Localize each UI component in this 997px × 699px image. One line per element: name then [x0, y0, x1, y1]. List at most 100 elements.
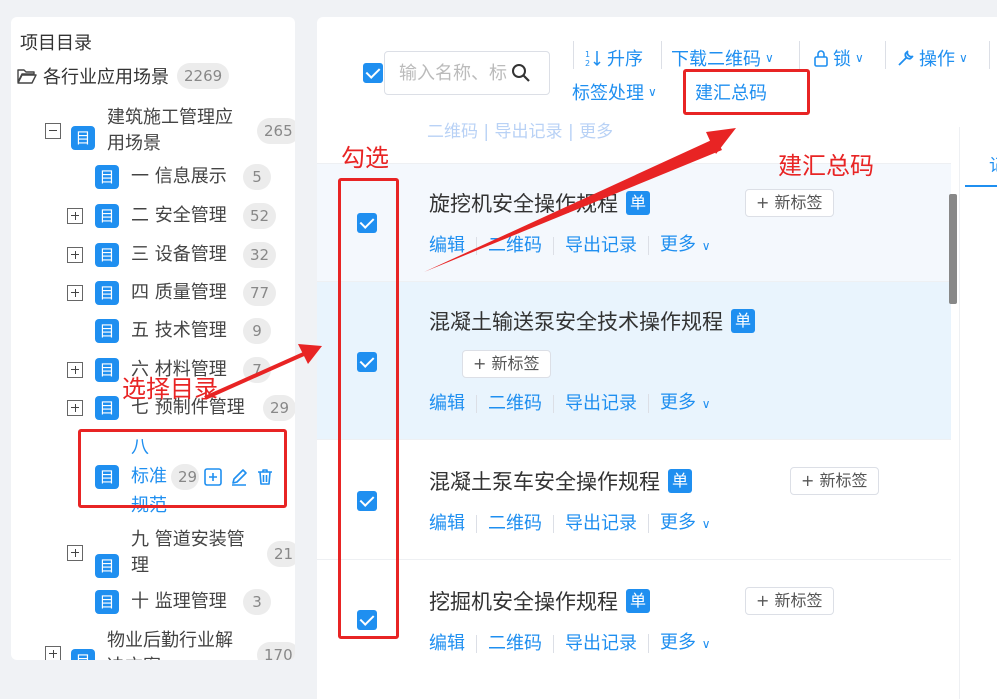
- svg-text:1: 1: [585, 50, 590, 59]
- more-dropdown[interactable]: 更多 ∨: [648, 394, 722, 413]
- folder-open-icon: [17, 69, 37, 84]
- tag-process-button[interactable]: 标签处理 ∨: [572, 79, 657, 105]
- row-title[interactable]: 挖掘机安全操作规程: [429, 586, 618, 616]
- scrolled-row-actions: 二维码 | 导出记录 | 更多: [427, 122, 614, 142]
- search-input[interactable]: [399, 62, 511, 84]
- list-item: 混凝土输送泵安全技术操作规程 单 + 新标签 编辑 二维码 导出记录 更多 ∨: [317, 281, 951, 439]
- annotation-label-check: 勾选: [341, 144, 389, 172]
- tree-node-count: 3: [243, 589, 271, 615]
- qr-link[interactable]: 二维码: [476, 394, 553, 413]
- chevron-down-icon: ∨: [701, 239, 711, 253]
- chevron-down-icon: ∨: [648, 85, 657, 99]
- collapse-icon[interactable]: [45, 123, 61, 139]
- tree-node-supervision[interactable]: 目 十 监理管理 3: [95, 589, 271, 615]
- new-tag-button[interactable]: + 新标签: [790, 467, 879, 495]
- tree-node-property[interactable]: 目 物业后勤行业解决方案 170: [45, 628, 295, 660]
- wrench-icon: [898, 50, 914, 66]
- expand-icon[interactable]: [67, 208, 83, 224]
- qr-link[interactable]: 二维码: [476, 514, 553, 533]
- new-tag-button[interactable]: + 新标签: [745, 587, 834, 615]
- scrollbar[interactable]: [949, 194, 957, 304]
- tree-title: 项目目录: [20, 33, 92, 54]
- tree-node-count: 29: [263, 395, 295, 421]
- tree-node-count: 32: [243, 242, 277, 268]
- new-tag-button[interactable]: + 新标签: [745, 189, 834, 217]
- expand-icon[interactable]: [67, 285, 83, 301]
- lock-button[interactable]: 锁 ∨: [813, 45, 864, 71]
- operate-button[interactable]: 操作 ∨: [897, 45, 968, 71]
- more-dropdown[interactable]: 更多 ∨: [648, 514, 722, 533]
- tree-root-count: 2269: [177, 63, 230, 89]
- expand-icon[interactable]: [67, 247, 83, 263]
- category-icon: 目: [95, 590, 119, 614]
- search-box[interactable]: [384, 51, 550, 95]
- toolbar-divider: [885, 41, 886, 69]
- tree-node-equipment[interactable]: 目 三 设备管理 32: [67, 242, 277, 268]
- edit-link[interactable]: 编辑: [429, 394, 476, 413]
- category-icon: 目: [95, 396, 119, 420]
- category-icon: 目: [95, 204, 119, 228]
- toolbar-divider: [989, 41, 990, 69]
- tree-node-label: 十 监理管理: [131, 591, 227, 612]
- tree-node-count: 265: [257, 118, 295, 144]
- expand-icon[interactable]: [67, 545, 83, 561]
- document-list-panel: 1 2 升序 下载二维码 ∨ 锁 ∨ 操作 ∨: [317, 17, 997, 699]
- new-tag-button[interactable]: + 新标签: [462, 350, 551, 378]
- download-qr-button[interactable]: 下载二维码 ∨: [671, 45, 774, 71]
- edit-link[interactable]: 编辑: [429, 634, 476, 653]
- expand-icon[interactable]: [67, 362, 83, 378]
- qr-link[interactable]: 二维码: [476, 634, 553, 653]
- more-dropdown[interactable]: 更多 ∨: [648, 236, 722, 255]
- more-label: 更多: [660, 392, 696, 413]
- toolbar-divider: [661, 41, 662, 69]
- edit-link[interactable]: 编辑: [429, 236, 476, 255]
- toolbar-divider: [799, 41, 800, 69]
- right-detail-panel: [959, 127, 997, 699]
- export-record-link[interactable]: 导出记录: [553, 634, 648, 653]
- sort-ascending-button[interactable]: 1 2 升序: [585, 45, 643, 71]
- edit-link[interactable]: 编辑: [429, 514, 476, 533]
- chevron-down-icon: ∨: [701, 397, 711, 411]
- tree-node-label: 物业后勤行业解决方案: [107, 630, 233, 660]
- tree-node-safety[interactable]: 目 二 安全管理 52: [67, 203, 277, 229]
- right-panel-tab[interactable]: 记: [989, 151, 997, 176]
- type-badge: 单: [626, 589, 651, 613]
- category-icon: 目: [95, 554, 119, 578]
- more-dropdown[interactable]: 更多 ∨: [648, 634, 722, 653]
- tree-node-construction[interactable]: 目 建筑施工管理应用场景 265: [45, 105, 295, 157]
- tree-node-tech[interactable]: 目 五 技术管理 9: [95, 318, 271, 344]
- tree-node-info[interactable]: 目 一 信息展示 5: [95, 164, 271, 190]
- category-icon: 目: [95, 358, 119, 382]
- row-title[interactable]: 混凝土输送泵安全技术操作规程: [429, 306, 723, 336]
- export-record-link[interactable]: 导出记录: [553, 236, 648, 255]
- annotation-box-directory: [78, 429, 287, 508]
- annotation-label-build-summary: 建汇总码: [778, 152, 874, 180]
- toolbar-divider: [573, 41, 574, 69]
- tree-root[interactable]: 各行业应用场景 2269: [17, 63, 230, 89]
- tree-root-label: 各行业应用场景: [43, 67, 169, 88]
- tree-node-count: 5: [243, 164, 271, 190]
- search-icon[interactable]: [511, 63, 531, 83]
- chevron-down-icon: ∨: [701, 637, 711, 651]
- category-icon: 目: [95, 281, 119, 305]
- lock-icon: [814, 50, 828, 67]
- qr-link[interactable]: 二维码: [476, 236, 553, 255]
- tree-node-label: 一 信息展示: [131, 166, 227, 187]
- tree-node-count: 7: [243, 357, 271, 383]
- expand-icon[interactable]: [67, 400, 83, 416]
- export-record-link[interactable]: 导出记录: [553, 394, 648, 413]
- more-label: 更多: [660, 632, 696, 653]
- row-title[interactable]: 旋挖机安全操作规程: [429, 188, 618, 218]
- tree-node-count: 170: [257, 642, 295, 660]
- row-title[interactable]: 混凝土泵车安全操作规程: [429, 466, 660, 496]
- expand-icon[interactable]: [45, 646, 61, 660]
- lock-label: 锁: [833, 49, 851, 70]
- download-qr-label: 下载二维码: [671, 49, 761, 70]
- type-badge: 单: [668, 469, 693, 493]
- tree-node-pipeline[interactable]: 目 九 管道安装管理 21: [67, 527, 295, 579]
- chevron-down-icon: ∨: [765, 51, 774, 65]
- tree-node-quality[interactable]: 目 四 质量管理 77: [67, 280, 277, 306]
- select-all-checkbox[interactable]: [363, 63, 383, 83]
- export-record-link[interactable]: 导出记录: [553, 514, 648, 533]
- category-icon: 目: [71, 649, 95, 660]
